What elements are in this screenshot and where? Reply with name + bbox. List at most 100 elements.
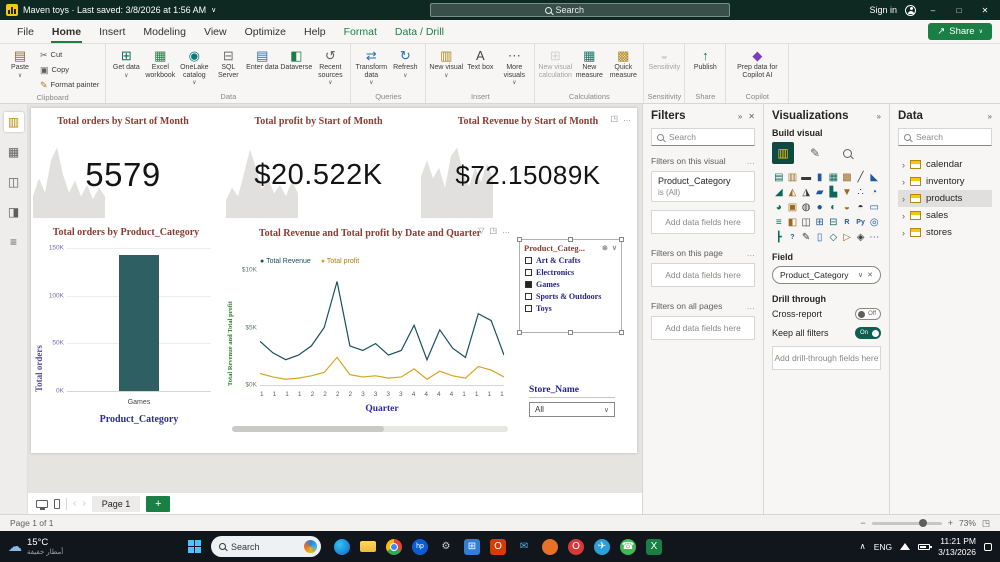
visual-type-power-apps[interactable]: ▷ (840, 230, 854, 244)
visual-type-100-stacked-bar-chart[interactable]: ▦ (827, 170, 841, 184)
mobile-view-icon[interactable] (54, 498, 60, 509)
format-visual-tab[interactable]: ✎ (804, 142, 826, 164)
slicer-item-sports-outdoors[interactable]: Sports & Outdoors (520, 290, 621, 302)
visual-type-waterfall-chart[interactable]: ▙ (827, 185, 841, 199)
expand-chevron-icon[interactable] (902, 194, 905, 204)
global-search-input[interactable] (555, 5, 616, 15)
table-row-stores[interactable]: stores (898, 224, 992, 241)
scrollbar-thumb[interactable] (232, 426, 384, 432)
visual-type-r-script-visual[interactable]: R (840, 215, 854, 229)
checkbox[interactable] (525, 268, 532, 276)
enter-data-button[interactable]: ▤ Enter data (245, 46, 279, 91)
visual-type-100-stacked-column-chart[interactable]: ▩ (840, 170, 854, 184)
collapse-pane-icon[interactable] (738, 112, 742, 121)
zoom-slider[interactable] (871, 519, 942, 527)
data-search[interactable] (898, 128, 992, 146)
filters-search-input[interactable] (669, 132, 749, 142)
visual-type-kpi[interactable]: ◧ (786, 215, 800, 229)
paste-button[interactable]: ▤ Paste (3, 46, 37, 92)
menu-item-modeling[interactable]: Modeling (134, 20, 195, 43)
report-view-button[interactable]: ▥ (3, 112, 24, 132)
slicer-item-games[interactable]: Games (520, 278, 621, 290)
menu-item-help[interactable]: Help (295, 20, 335, 43)
visual-type-azure-map[interactable]: ◒ (840, 200, 854, 214)
menu-item-home[interactable]: Home (43, 20, 90, 43)
prep-data-for-copilot-button[interactable]: ◆ Prep data for Copilot AI (729, 46, 785, 91)
analytics-tab[interactable] (836, 142, 858, 164)
add-page-button[interactable]: + (146, 495, 171, 512)
more-options-icon[interactable] (502, 226, 510, 235)
selection-handle[interactable] (619, 237, 624, 242)
focus-mode-icon[interactable] (489, 226, 497, 235)
visual-type-arcgis-map[interactable]: ◇ (827, 230, 841, 244)
clear-selections-icon[interactable] (602, 244, 608, 252)
visual-type-ribbon-chart[interactable]: ▰ (813, 185, 827, 199)
collapse-pane-icon[interactable] (988, 112, 992, 121)
desktop-view-icon[interactable] (36, 499, 48, 510)
visual-type-donut-chart[interactable]: ◕ (772, 200, 786, 214)
table-view-button[interactable]: ▦ (4, 142, 24, 162)
filter-card-product-category[interactable]: Product_Category is (All) (651, 171, 755, 202)
sign-in-link[interactable]: Sign in (869, 5, 897, 15)
sql-server-button[interactable]: ⊟ SQL Server (211, 46, 245, 91)
sensitivity-button[interactable]: ◒ Sensitivity (647, 46, 681, 91)
report-page[interactable]: Total orders by Start of Month 5579 Tota… (31, 108, 637, 453)
visual-type-treemap[interactable]: ▣ (786, 200, 800, 214)
text-box-button[interactable]: A Text box (463, 46, 497, 91)
drill-through-dropzone[interactable]: Add drill-through fields here (772, 346, 881, 370)
expand-chevron-icon[interactable] (902, 228, 905, 238)
store-dropdown[interactable]: All (529, 402, 615, 417)
visual-type-matrix[interactable]: ⊟ (827, 215, 841, 229)
chrome-taskbar-button[interactable] (383, 536, 405, 558)
visual-type-pie-chart[interactable]: ◔ (867, 185, 881, 199)
checkbox[interactable] (525, 304, 532, 312)
checkbox[interactable] (525, 280, 532, 288)
line-chart-visual[interactable]: Total Revenue and Total profit by Date a… (226, 224, 514, 438)
visual-type-filled-map[interactable]: ● (813, 200, 827, 214)
visual-type-table[interactable]: ⊞ (813, 215, 827, 229)
table-row-products[interactable]: products (898, 190, 992, 207)
recent-sources-button[interactable]: ↺ Recent sources (313, 46, 347, 91)
visual-type-stacked-column-chart[interactable]: ▥ (786, 170, 800, 184)
data-search-input[interactable] (916, 132, 986, 142)
weather-widget[interactable]: ☁ 15°C أمطار خفيفة (8, 537, 178, 556)
chevron-down-icon[interactable] (211, 6, 216, 14)
whatsapp-taskbar-button[interactable]: ☎ (617, 536, 639, 558)
table-row-inventory[interactable]: inventory (898, 173, 992, 190)
visual-type-clustered-column-chart[interactable]: ▮ (813, 170, 827, 184)
account-avatar[interactable] (905, 4, 916, 16)
new-measure-button[interactable]: ▦ New measure (572, 46, 606, 91)
visual-type-paginated-report[interactable]: ▯ (813, 230, 827, 244)
model-view-button[interactable]: ◫ (4, 172, 24, 192)
firefox-taskbar-button[interactable] (539, 536, 561, 558)
visual-type-stacked-bar-chart[interactable]: ▤ (772, 170, 786, 184)
telegram-taskbar-button[interactable]: ✈ (591, 536, 613, 558)
mail-taskbar-button[interactable]: ✉ (513, 536, 535, 558)
expand-chevron-icon[interactable] (902, 211, 905, 221)
card-total-profit[interactable]: Total profit by Start of Month $20.522K (226, 112, 411, 218)
taskbar-search[interactable]: Search (211, 536, 321, 557)
visual-type-shape-map[interactable]: ◐ (827, 200, 841, 214)
selection-handle[interactable] (567, 330, 573, 335)
office-taskbar-button[interactable]: O (487, 536, 509, 558)
chevron-down-icon[interactable] (612, 244, 617, 252)
more-options-icon[interactable] (747, 156, 756, 166)
previous-page-arrow[interactable]: ‹ (73, 498, 76, 509)
focus-mode-icon[interactable] (610, 114, 618, 123)
visual-type-smart-narrative[interactable]: ✎ (799, 230, 813, 244)
collapse-pane-icon[interactable] (877, 112, 881, 121)
slicer-item-electronics[interactable]: Electronics (520, 266, 621, 278)
more-options-icon[interactable] (623, 114, 631, 123)
table-row-calendar[interactable]: calendar (898, 156, 992, 173)
expand-chevron-icon[interactable] (902, 177, 905, 187)
excel-workbook-button[interactable]: ▦ Excel workbook (143, 46, 177, 91)
cross-report-toggle[interactable]: Off (855, 308, 881, 320)
minimize-button[interactable] (924, 6, 942, 15)
new-visual-calculation-button[interactable]: ⊞ New visual calculation (538, 46, 572, 91)
excel-taskbar-button[interactable]: X (643, 536, 665, 558)
visual-type-scatter-chart[interactable]: ∴ (854, 185, 868, 199)
add-fields-dropzone[interactable]: Add data fields here (651, 263, 755, 287)
folder-taskbar-button[interactable] (357, 536, 379, 558)
selection-handle[interactable] (619, 330, 624, 335)
copy-button[interactable]: ▣ Copy (37, 63, 102, 77)
